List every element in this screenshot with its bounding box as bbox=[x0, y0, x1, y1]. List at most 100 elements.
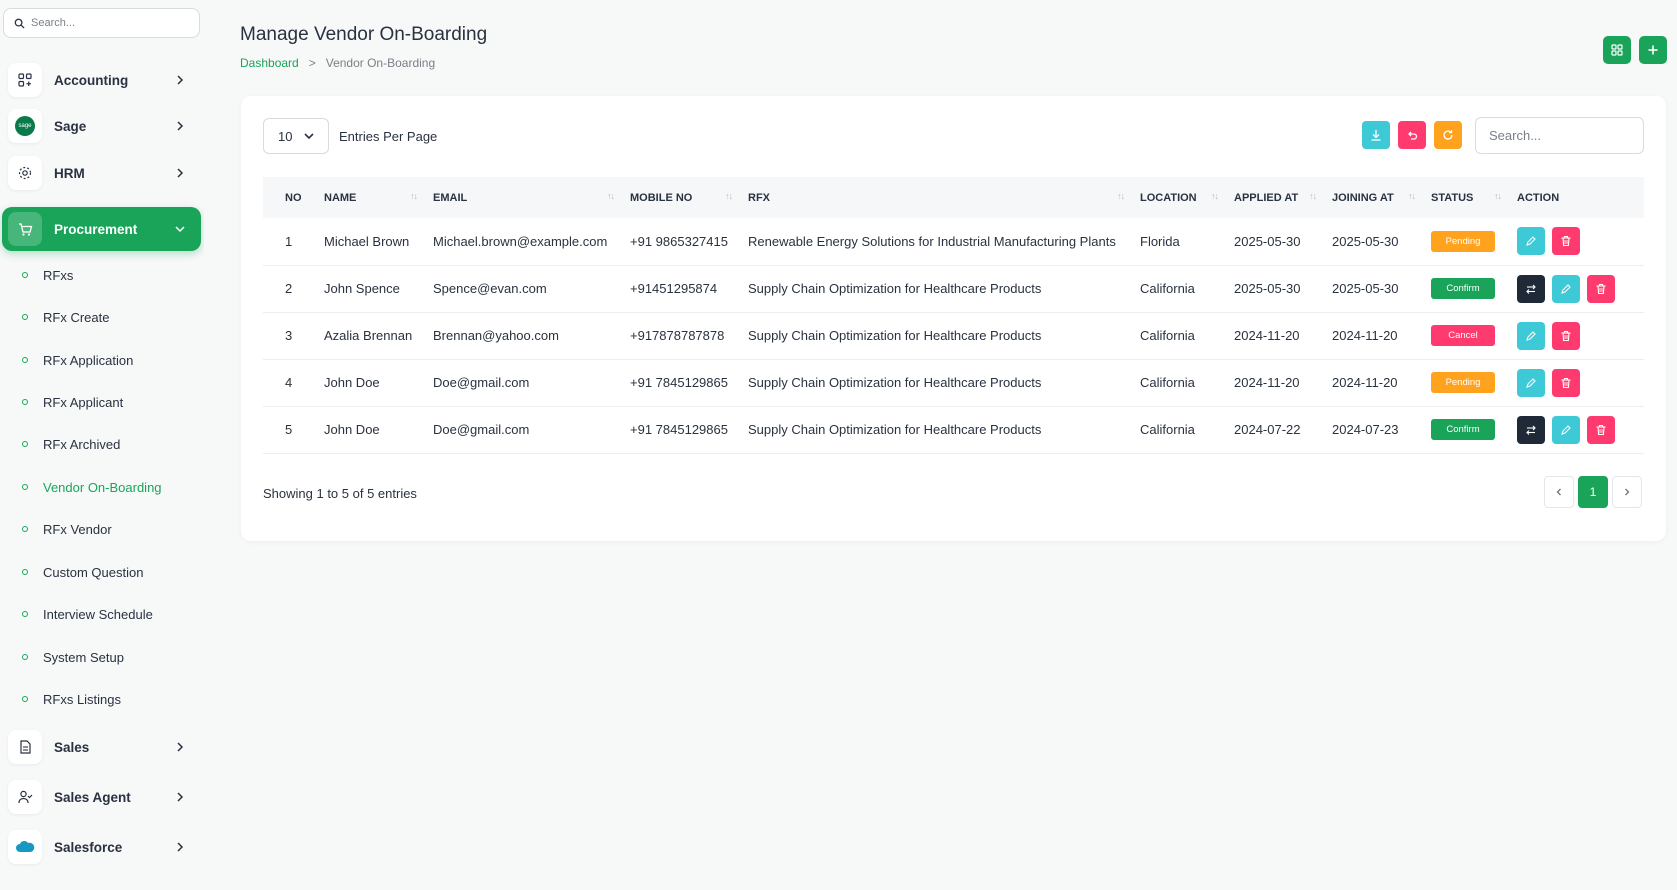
cell-joining-at: 2025-05-30 bbox=[1332, 233, 1399, 249]
table-row: 2 John Spence Spence@evan.com +91451295874 S… bbox=[263, 265, 1644, 312]
column-header-name[interactable]: NAME ↑↓ bbox=[316, 177, 425, 218]
sidebar-item-salesforce[interactable]: Salesforce bbox=[2, 825, 201, 869]
sidebar-sub-interview-schedule[interactable]: Interview Schedule bbox=[22, 604, 153, 624]
sidebar-search[interactable] bbox=[3, 8, 200, 38]
search-icon bbox=[14, 18, 25, 29]
sidebar: Accounting sage Sage HRM Procurement RFx… bbox=[0, 0, 204, 890]
cell-mobile: +917878787878 bbox=[630, 328, 725, 343]
cell-no: 4 bbox=[285, 375, 293, 390]
sidebar-sub-custom-question[interactable]: Custom Question bbox=[22, 562, 143, 582]
next-page-button[interactable] bbox=[1612, 476, 1642, 508]
edit-button[interactable] bbox=[1552, 274, 1580, 303]
delete-button[interactable] bbox=[1587, 415, 1615, 444]
per-page-label: Entries Per Page bbox=[339, 128, 438, 144]
sidebar-sub-rfx-vendor[interactable]: RFx Vendor bbox=[22, 519, 112, 539]
undo-icon bbox=[1408, 131, 1418, 140]
column-header-applied-at[interactable]: APPLIED AT ↑↓ bbox=[1226, 177, 1324, 218]
sidebar-sub-label: RFxs bbox=[43, 267, 74, 283]
column-header-action: ACTION bbox=[1517, 191, 1560, 204]
page-title: Manage Vendor On-Boarding bbox=[240, 24, 488, 45]
page-button-1[interactable]: 1 bbox=[1578, 476, 1608, 508]
edit-button[interactable] bbox=[1552, 415, 1580, 444]
sidebar-sub-system-setup[interactable]: System Setup bbox=[22, 647, 124, 667]
cell-rfx: Supply Chain Optimization for Healthcare… bbox=[748, 328, 1042, 343]
refresh-button[interactable] bbox=[1434, 121, 1462, 149]
column-header-location[interactable]: LOCATION ↑↓ bbox=[1132, 177, 1226, 218]
cell-action bbox=[1509, 218, 1644, 265]
refresh-icon bbox=[1443, 130, 1453, 140]
sort-icon: ↑↓ bbox=[1211, 191, 1219, 201]
chevron-down-icon bbox=[304, 133, 314, 140]
salesforce-cloud-icon bbox=[8, 830, 42, 864]
bullet-icon bbox=[22, 654, 28, 660]
convert-button[interactable] bbox=[1517, 415, 1545, 444]
delete-button[interactable] bbox=[1552, 227, 1580, 256]
sidebar-sub-rfx-application[interactable]: RFx Application bbox=[22, 350, 133, 370]
plus-icon bbox=[1648, 45, 1658, 55]
swap-icon bbox=[1526, 425, 1536, 435]
chevron-right-icon bbox=[177, 168, 184, 178]
add-button[interactable] bbox=[1639, 36, 1667, 64]
pencil-icon bbox=[1526, 236, 1536, 247]
edit-button[interactable] bbox=[1517, 321, 1545, 350]
sidebar-sub-label: RFx Archived bbox=[43, 436, 121, 452]
sidebar-sub-vendor-onboarding[interactable]: Vendor On-Boarding bbox=[22, 477, 162, 497]
chevron-down-icon bbox=[175, 226, 185, 233]
convert-button[interactable] bbox=[1517, 274, 1545, 303]
undo-button[interactable] bbox=[1398, 121, 1426, 149]
table-search-input[interactable] bbox=[1475, 117, 1644, 154]
sidebar-item-accounting[interactable]: Accounting bbox=[2, 58, 201, 102]
sidebar-search-input[interactable] bbox=[31, 17, 191, 29]
delete-button[interactable] bbox=[1587, 274, 1615, 303]
cell-status: Pending bbox=[1423, 218, 1509, 265]
sidebar-sub-rfx-applicant[interactable]: RFx Applicant bbox=[22, 392, 123, 412]
grid-icon bbox=[1611, 44, 1623, 56]
column-header-email[interactable]: EMAIL ↑↓ bbox=[425, 177, 622, 218]
per-page-select[interactable]: 10 bbox=[263, 118, 329, 154]
column-header-rfx[interactable]: RFX ↑↓ bbox=[740, 177, 1132, 218]
sidebar-item-hrm[interactable]: HRM bbox=[2, 151, 201, 195]
sidebar-item-procurement[interactable]: Procurement bbox=[2, 207, 201, 251]
status-badge: Pending bbox=[1431, 372, 1495, 393]
vendor-onboarding-card: 10 Entries Per Page NO NAME↑↓ EMAIL↑↓ MO… bbox=[241, 96, 1666, 541]
sidebar-item-sales[interactable]: Sales bbox=[2, 725, 201, 769]
sage-logo-icon: sage bbox=[8, 109, 42, 143]
trash-icon bbox=[1596, 283, 1606, 294]
pencil-icon bbox=[1561, 424, 1571, 435]
column-header-mobile[interactable]: MOBILE NO ↑↓ bbox=[622, 177, 740, 218]
delete-button[interactable] bbox=[1552, 321, 1580, 350]
bullet-icon bbox=[22, 399, 28, 405]
sort-icon: ↑↓ bbox=[607, 191, 615, 201]
column-header-joining-at[interactable]: JOINING AT ↑↓ bbox=[1324, 177, 1423, 218]
cart-icon bbox=[8, 212, 42, 246]
cell-location: Florida bbox=[1140, 233, 1180, 249]
cell-applied-at: 2024-11-20 bbox=[1234, 375, 1300, 390]
breadcrumb-dashboard-link[interactable]: Dashboard bbox=[240, 56, 299, 70]
trash-icon bbox=[1596, 424, 1606, 435]
bullet-icon bbox=[22, 696, 28, 702]
sidebar-sub-rfxs-listings[interactable]: RFxs Listings bbox=[22, 689, 121, 709]
grid-view-button[interactable] bbox=[1603, 36, 1631, 64]
sidebar-sub-label: Interview Schedule bbox=[43, 606, 153, 622]
export-button[interactable] bbox=[1362, 121, 1390, 149]
cell-email: Doe@gmail.com bbox=[433, 422, 530, 437]
sidebar-item-sales-agent[interactable]: Sales Agent bbox=[2, 775, 201, 819]
sidebar-item-sage[interactable]: sage Sage bbox=[2, 104, 201, 148]
bullet-icon bbox=[22, 484, 28, 490]
breadcrumb-separator: > bbox=[308, 56, 316, 70]
cell-rfx: Supply Chain Optimization for Healthcare… bbox=[748, 422, 1042, 437]
cell-email: Brennan@yahoo.com bbox=[433, 328, 559, 343]
delete-button[interactable] bbox=[1552, 368, 1580, 397]
column-header-status[interactable]: STATUS ↑↓ bbox=[1423, 177, 1509, 218]
edit-button[interactable] bbox=[1517, 368, 1545, 397]
prev-page-button[interactable] bbox=[1544, 476, 1574, 508]
sidebar-sub-rfxs[interactable]: RFxs bbox=[22, 265, 73, 285]
edit-button[interactable] bbox=[1517, 227, 1545, 256]
sidebar-sub-label: RFx Application bbox=[43, 352, 134, 368]
bullet-icon bbox=[22, 569, 28, 575]
sidebar-sub-rfx-archived[interactable]: RFx Archived bbox=[22, 434, 120, 454]
bullet-icon bbox=[22, 272, 28, 278]
sidebar-sub-rfx-create[interactable]: RFx Create bbox=[22, 307, 109, 327]
column-header-no[interactable]: NO bbox=[263, 177, 316, 218]
cell-joining-at: 2025-05-30 bbox=[1332, 281, 1399, 296]
